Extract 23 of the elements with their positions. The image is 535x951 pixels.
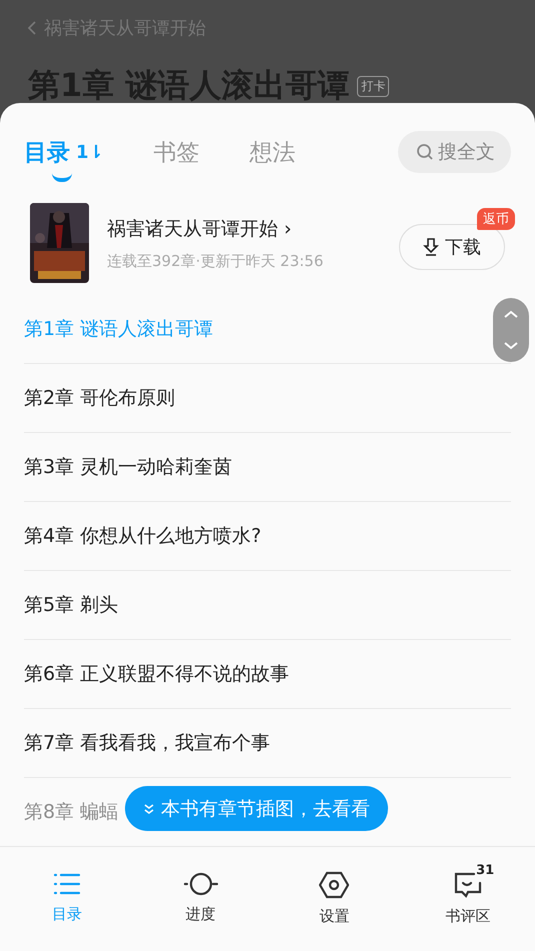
chapter-item[interactable]: 第7章 看我看我，我宣布个事 [24,730,270,756]
list-icon [52,871,81,897]
circle-icon [184,871,218,897]
chapter-item[interactable]: 第3章 灵机一动哈莉奎茵 [24,454,232,480]
chapter-item[interactable]: 第2章 哥伦布原则 [24,385,176,411]
checkin-tag[interactable]: 打卡 [357,76,390,96]
scroll-handle[interactable] [493,298,529,362]
settings-icon [319,871,350,899]
chevron-down-icon [143,802,155,814]
download-button[interactable]: 下载 [399,224,505,270]
book-title-link[interactable]: 祸害诸天从哥谭开始 › [107,216,381,242]
nav-item[interactable]: 设置 [268,847,402,951]
nav-item[interactable]: 进度 [134,847,268,951]
back-icon[interactable] [28,21,36,35]
download-icon [423,237,439,257]
nav-item[interactable]: 31 书评区 [401,847,535,951]
search-icon [416,143,434,161]
update-info: 连载至392章·更新于昨天 23:56 [107,252,324,270]
comment-count: 31 [476,863,494,878]
chapter-item[interactable]: 第4章 你想从什么地方喷水? [24,523,262,549]
chapter-item[interactable]: 第6章 正义联盟不得不说的故事 [24,661,290,687]
chapter-item[interactable]: 第5章 剃头 [24,592,118,618]
cashback-badge: 返币 [477,208,515,230]
